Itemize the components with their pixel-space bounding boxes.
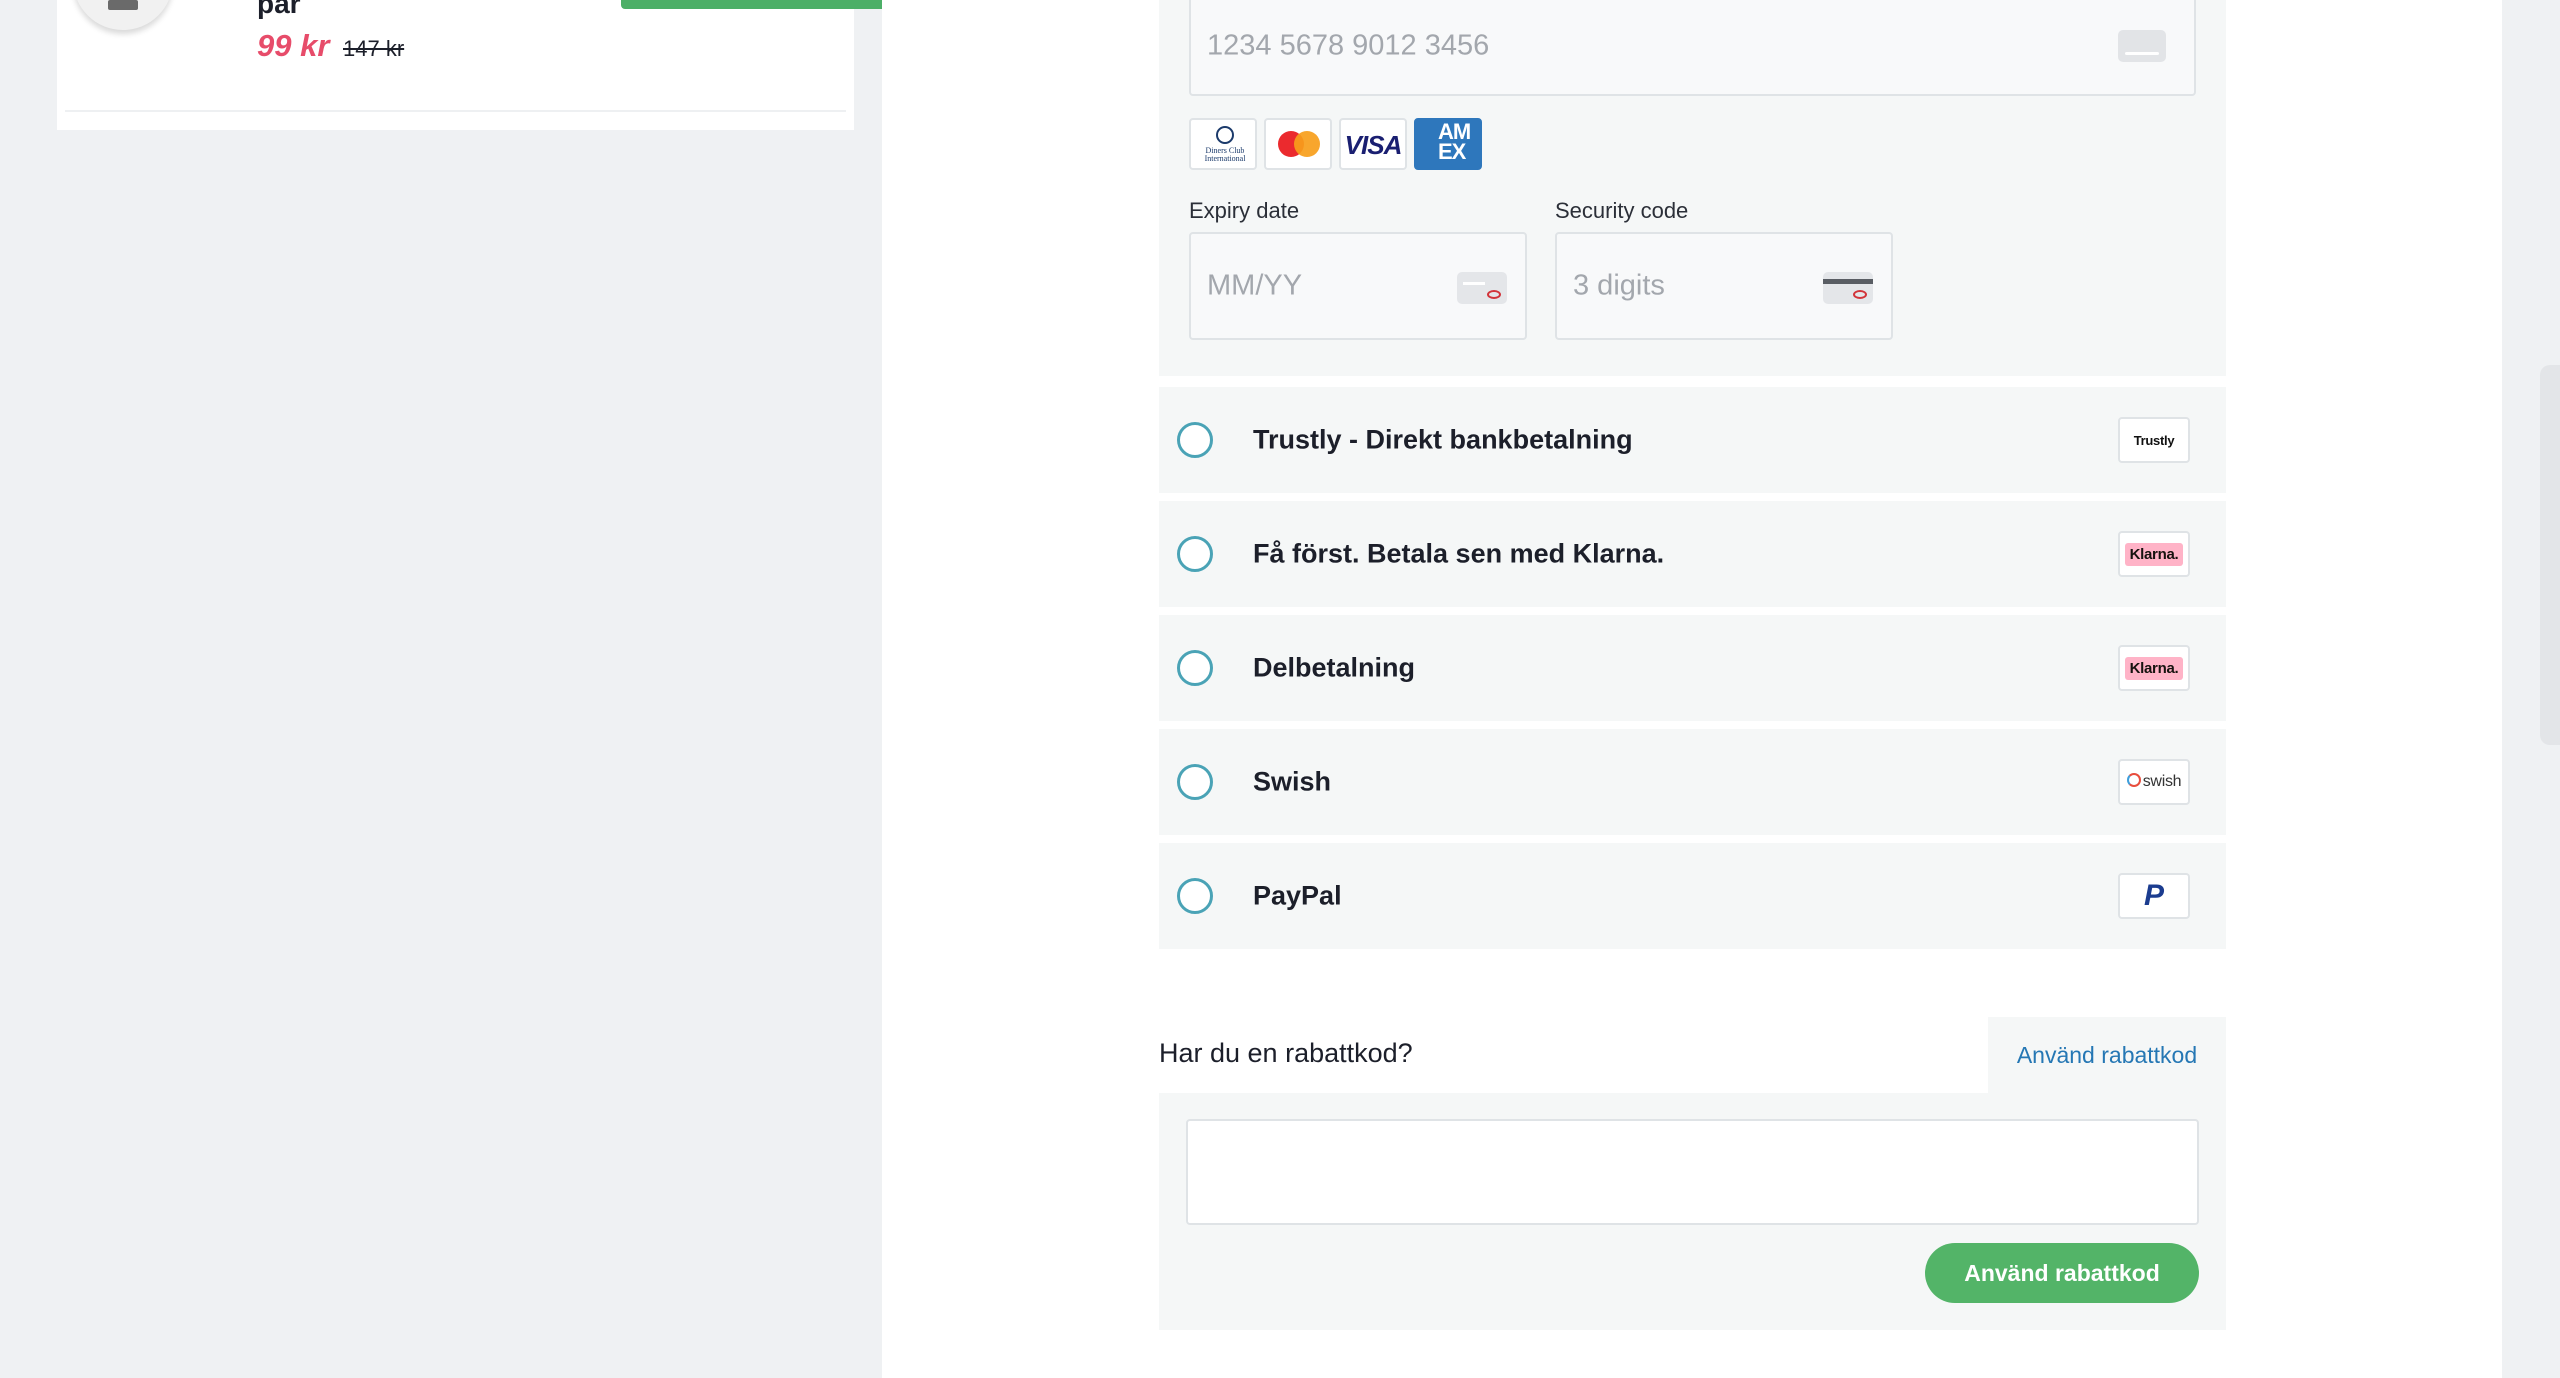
security-code-input[interactable]: 3 digits xyxy=(1555,232,1893,340)
payment-option-label: Swish xyxy=(1253,766,1332,797)
klarna-logo-icon: Klarna. xyxy=(2118,531,2190,577)
card-front-icon xyxy=(1457,272,1507,304)
order-summary-card: par 99 kr 147 kr xyxy=(57,0,901,130)
checkout-panel: 1234 5678 9012 3456 Diners Club Internat… xyxy=(882,0,2502,1378)
card-brand-logos: Diners Club International VISA AM EX xyxy=(1189,118,1482,170)
swish-logo-icon: swish xyxy=(2118,759,2190,805)
apply-discount-button[interactable]: Använd rabattkod xyxy=(1925,1243,2199,1303)
radio-button[interactable] xyxy=(1177,878,1213,914)
payment-option-swish[interactable]: Swish swish xyxy=(1159,729,2226,835)
radio-button[interactable] xyxy=(1177,536,1213,572)
payment-option-label: Delbetalning xyxy=(1253,652,1416,683)
original-price: 147 kr xyxy=(343,36,405,61)
credit-card-icon xyxy=(2118,30,2166,62)
scrollbar-thumb[interactable] xyxy=(2540,365,2560,745)
paypal-logo-icon: P xyxy=(2118,873,2190,919)
discount-question: Har du en rabattkod? xyxy=(1159,1038,1413,1068)
payment-option-klarna-pay-later[interactable]: Få först. Betala sen med Klarna. Klarna. xyxy=(1159,501,2226,607)
radio-button[interactable] xyxy=(1177,764,1213,800)
payment-option-label: Få först. Betala sen med Klarna. xyxy=(1253,538,1665,569)
payment-option-trustly[interactable]: Trustly - Direkt bankbetalning Trustly xyxy=(1159,387,2226,493)
diners-club-icon: Diners Club International xyxy=(1189,118,1257,170)
security-code-placeholder: 3 digits xyxy=(1573,269,1665,302)
product-name: par xyxy=(257,0,301,19)
klarna-logo-icon: Klarna. xyxy=(2118,645,2190,691)
card-number-placeholder: 1234 5678 9012 3456 xyxy=(1207,29,1490,62)
amex-icon: AM EX xyxy=(1414,118,1482,170)
card-back-icon xyxy=(1823,272,1873,304)
scrollbar[interactable] xyxy=(2502,0,2560,1378)
payment-option-paypal[interactable]: PayPal P xyxy=(1159,843,2226,949)
discount-form: Använd rabattkod xyxy=(1159,1093,2226,1330)
radio-button[interactable] xyxy=(1177,422,1213,458)
discount-toggle-link[interactable]: Använd rabattkod xyxy=(2017,1042,2197,1069)
radio-button[interactable] xyxy=(1177,650,1213,686)
trustly-logo-icon: Trustly xyxy=(2118,417,2190,463)
expiry-date-label: Expiry date xyxy=(1189,198,1300,223)
expiry-date-input[interactable]: MM/YY xyxy=(1189,232,1527,340)
product-thumbnail xyxy=(73,0,173,30)
mastercard-icon xyxy=(1264,118,1332,170)
discount-toggle[interactable]: Använd rabattkod xyxy=(1988,1017,2226,1093)
card-payment-form: 1234 5678 9012 3456 Diners Club Internat… xyxy=(1159,0,2226,376)
sale-price: 99 kr xyxy=(257,28,330,63)
card-number-input[interactable]: 1234 5678 9012 3456 xyxy=(1189,0,2196,96)
discount-code-input[interactable] xyxy=(1186,1119,2199,1225)
divider xyxy=(65,110,846,112)
expiry-placeholder: MM/YY xyxy=(1207,269,1303,302)
payment-option-label: Trustly - Direkt bankbetalning xyxy=(1253,424,1633,455)
payment-option-label: PayPal xyxy=(1253,880,1342,911)
payment-option-klarna-installments[interactable]: Delbetalning Klarna. xyxy=(1159,615,2226,721)
security-code-label: Security code xyxy=(1555,198,1689,223)
add-to-cart-button[interactable] xyxy=(621,0,901,9)
visa-icon: VISA xyxy=(1339,118,1407,170)
